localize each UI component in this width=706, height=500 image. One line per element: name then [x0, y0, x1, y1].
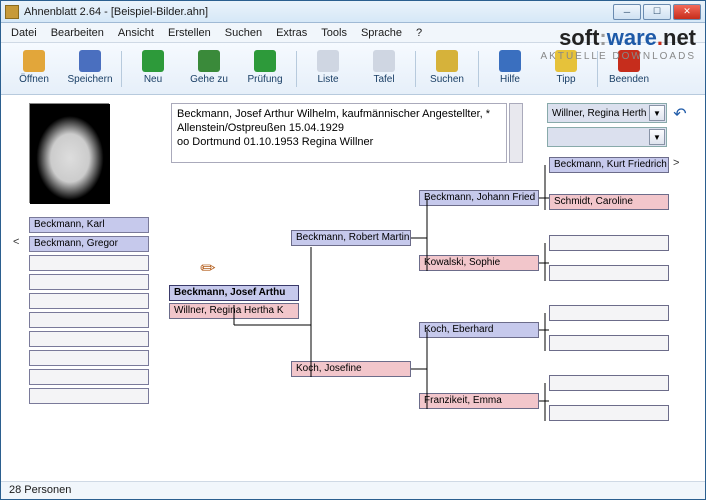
toolbar-label: Prüfung: [247, 74, 282, 85]
content-area: Beckmann, KarlBeckmann, Gregor < Beckman…: [1, 95, 705, 481]
toolbar-save-button[interactable]: Speichern: [65, 47, 115, 91]
toolbar: Öffnen Speichern Neu Gehe zu Prüfung Liste Taf…: [1, 43, 705, 95]
search-icon: [436, 50, 458, 72]
menu-suchen[interactable]: Suchen: [225, 27, 262, 39]
window-title: Ahnenblatt 2.64 - [Beispiel-Bilder.ahn]: [24, 6, 613, 18]
statusbar: 28 Personen: [1, 481, 705, 499]
toolbar-label: Tafel: [373, 74, 394, 85]
menu-extras[interactable]: Extras: [276, 27, 307, 39]
minimize-button[interactable]: ─: [613, 4, 641, 20]
tip-icon: [555, 50, 577, 72]
close-button[interactable]: ✕: [673, 4, 701, 20]
new-icon: [142, 50, 164, 72]
list-icon: [317, 50, 339, 72]
toolbar-tip-button[interactable]: Tipp: [541, 47, 591, 91]
toolbar-label: Suchen: [430, 74, 464, 85]
chart-icon: [373, 50, 395, 72]
goto-icon: [198, 50, 220, 72]
menu-erstellen[interactable]: Erstellen: [168, 27, 211, 39]
toolbar-new-button[interactable]: Neu: [128, 47, 178, 91]
status-text: 28 Personen: [9, 484, 71, 496]
toolbar-label: Gehe zu: [190, 74, 228, 85]
check-icon: [254, 50, 276, 72]
menu-tools[interactable]: Tools: [321, 27, 347, 39]
toolbar-chart-button[interactable]: Tafel: [359, 47, 409, 91]
toolbar-help-button[interactable]: Hilfe: [485, 47, 535, 91]
toolbar-check-button[interactable]: Prüfung: [240, 47, 290, 91]
toolbar-open-button[interactable]: Öffnen: [9, 47, 59, 91]
menu-ansicht[interactable]: Ansicht: [118, 27, 154, 39]
menu-datei[interactable]: Datei: [11, 27, 37, 39]
toolbar-label: Tipp: [556, 74, 575, 85]
menu-bearbeiten[interactable]: Bearbeiten: [51, 27, 104, 39]
toolbar-label: Liste: [317, 74, 338, 85]
maximize-button[interactable]: ☐: [643, 4, 671, 20]
toolbar-search-button[interactable]: Suchen: [422, 47, 472, 91]
open-icon: [23, 50, 45, 72]
help-icon: [499, 50, 521, 72]
tree-connectors: [1, 95, 705, 481]
toolbar-list-button[interactable]: Liste: [303, 47, 353, 91]
toolbar-label: Hilfe: [500, 74, 520, 85]
toolbar-label: Neu: [144, 74, 162, 85]
toolbar-goto-button[interactable]: Gehe zu: [184, 47, 234, 91]
exit-icon: [618, 50, 640, 72]
menu-help[interactable]: ?: [416, 27, 422, 39]
toolbar-label: Beenden: [609, 74, 649, 85]
toolbar-exit-button[interactable]: Beenden: [604, 47, 654, 91]
menu-sprache[interactable]: Sprache: [361, 27, 402, 39]
toolbar-label: Öffnen: [19, 74, 49, 85]
save-icon: [79, 50, 101, 72]
menubar: Datei Bearbeiten Ansicht Erstellen Suche…: [1, 23, 705, 43]
app-icon: [5, 5, 19, 19]
toolbar-label: Speichern: [67, 74, 112, 85]
